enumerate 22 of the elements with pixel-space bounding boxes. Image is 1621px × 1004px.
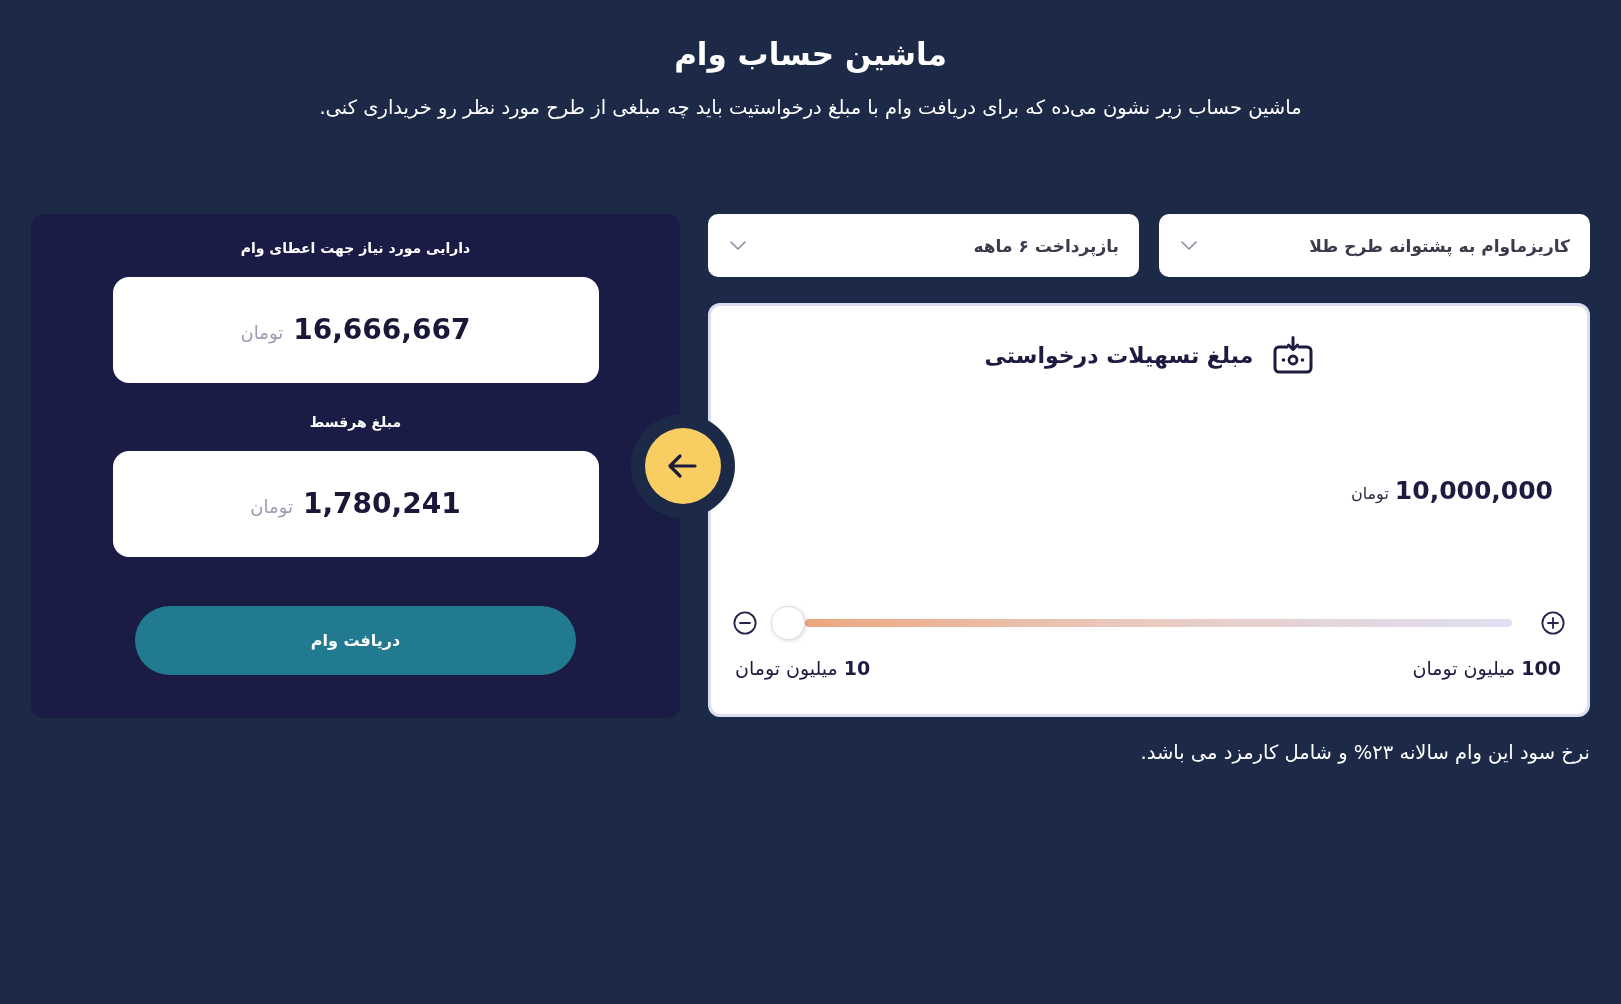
get-loan-button[interactable]: دریافت وام xyxy=(135,606,576,675)
minus-circle-icon[interactable] xyxy=(733,611,757,635)
amount-text: 1,780,241 xyxy=(303,486,461,522)
page-title: ماشین حساب وام xyxy=(674,35,947,75)
amount-text: 10,000,000 xyxy=(1394,475,1553,507)
arrow-left-icon[interactable] xyxy=(631,414,735,518)
currency-text: تومان xyxy=(250,496,293,517)
slider-thumb[interactable] xyxy=(771,606,805,640)
cash-download-icon xyxy=(1273,336,1314,374)
result-label: دارایی مورد نیاز جهت اعطای وام xyxy=(240,239,471,259)
amount-text: 16,666,667 xyxy=(293,312,471,348)
dropdown[interactable]: بازپرداخت ۶ ماهه xyxy=(708,214,1139,277)
plus-circle-icon[interactable] xyxy=(1541,611,1565,635)
dropdown[interactable]: کاریزماوام به پشتوانه طرح طلا xyxy=(1159,214,1590,277)
currency-text: تومان xyxy=(240,322,284,343)
currency-text: تومان xyxy=(1350,484,1389,503)
chevron-down-icon xyxy=(1181,241,1197,250)
card-title: مبلغ تسهیلات درخواستی xyxy=(984,342,1254,368)
result-label: مبلغ هرقسط xyxy=(309,413,402,433)
chevron-down-icon xyxy=(730,241,746,250)
page-subtitle: ماشین حساب زیر نشون می‌ده که برای دریافت وام با مبلغ درخواستیت باید چه مبلغی از طرح مورد نظر رو خریداری کنی. xyxy=(319,95,1302,121)
interest-note: نرخ سود این وام سالانه ۲۳% و شامل کارمزد می باشد. xyxy=(1139,740,1590,766)
